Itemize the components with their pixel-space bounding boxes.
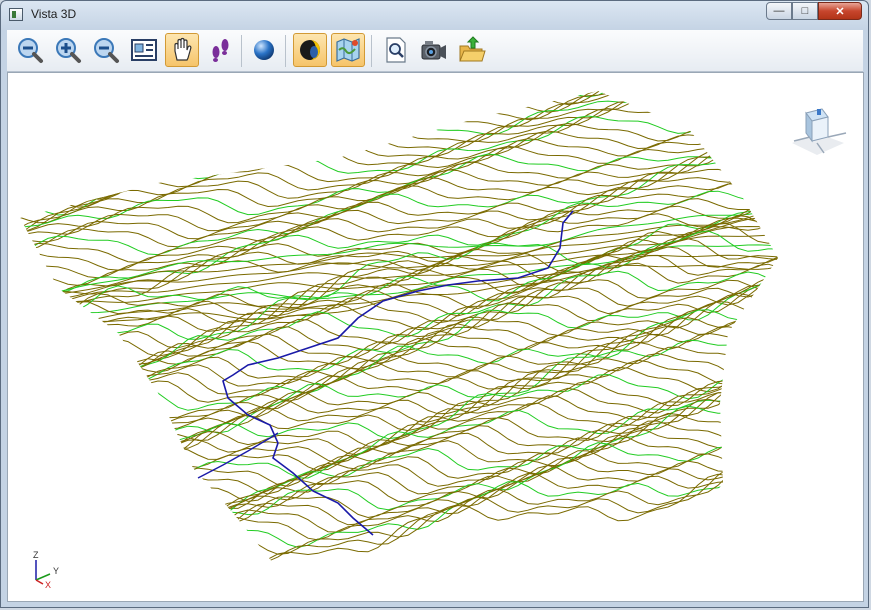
contour-line [20, 281, 778, 421]
zoom-fit-icon [18, 38, 43, 63]
contour-line [20, 91, 778, 141]
contour-line [20, 337, 778, 485]
maximize-button[interactable]: □ [792, 2, 818, 20]
axis-y-label: Y [53, 566, 59, 576]
contour-line [20, 91, 778, 153]
contour-line [20, 412, 778, 546]
contour-line [20, 338, 778, 472]
contour-line [20, 203, 778, 306]
view-cube-icon[interactable] [784, 103, 850, 159]
contour-line [20, 415, 778, 553]
contour-line [20, 377, 778, 516]
shading-icon [300, 40, 320, 60]
zoom-out-button[interactable] [89, 33, 123, 67]
contour-line [20, 445, 778, 583]
walk-button[interactable] [203, 33, 237, 67]
axis-z-label: Z [33, 550, 39, 560]
contour-line [20, 320, 778, 449]
contour-line [20, 91, 778, 150]
contour-line [20, 419, 778, 560]
contour-line [20, 91, 778, 177]
axes-indicator: Z Y X [33, 550, 59, 588]
close-button[interactable]: ✕ [818, 2, 862, 20]
zoom-window-icon [131, 39, 157, 61]
contour-line [20, 91, 778, 116]
preview-button[interactable] [379, 33, 413, 67]
shading-button[interactable] [293, 33, 327, 67]
export-folder-icon [459, 36, 486, 62]
contour-line [20, 450, 778, 583]
contour-line [20, 230, 778, 340]
3d-viewport[interactable]: Z Y X [7, 72, 864, 602]
window-controls: — □ ✕ [766, 2, 862, 20]
contour-lines [20, 91, 778, 583]
contour-line [20, 321, 778, 442]
toolbar-separator [371, 35, 372, 67]
toolbar-separator [285, 35, 286, 67]
contour-line [20, 91, 778, 111]
contour-line [20, 432, 778, 573]
camera-button[interactable] [417, 33, 451, 67]
minimize-button[interactable]: — [766, 2, 792, 20]
toolbar-separator [241, 35, 242, 67]
pan-hand-icon [174, 37, 192, 61]
contour-line [20, 91, 778, 102]
contour-line [20, 91, 778, 169]
contour-line [20, 146, 778, 250]
zoom-window-button[interactable] [127, 33, 161, 67]
contour-line [20, 97, 778, 200]
contour-line [20, 91, 778, 149]
zoom-out-icon [94, 38, 119, 63]
contour-line [20, 362, 778, 505]
zoom-fit-button[interactable] [13, 33, 47, 67]
sphere-icon [254, 40, 274, 60]
contour-line [20, 327, 778, 457]
contour-line [20, 95, 778, 231]
zoom-in-button[interactable] [51, 33, 85, 67]
app-icon [9, 8, 23, 21]
contour-line [20, 239, 778, 373]
zoom-in-icon [56, 38, 81, 63]
contour-map[interactable] [8, 73, 863, 601]
contour-line [20, 311, 778, 427]
contour-line [20, 91, 778, 132]
title-bar[interactable]: Vista 3D — □ ✕ [1, 1, 868, 29]
walk-footprints-icon [212, 39, 229, 62]
window-title: Vista 3D [31, 7, 77, 21]
contour-line [20, 91, 778, 145]
contour-line [20, 91, 778, 125]
contour-line [20, 91, 778, 119]
contour-line [20, 457, 778, 583]
axis-x-label: X [45, 580, 51, 588]
contour-line [20, 370, 778, 512]
contour-line [20, 423, 778, 567]
contour-line [20, 95, 778, 224]
sphere-button[interactable] [247, 33, 281, 67]
contour-line [20, 334, 778, 478]
contour-line [20, 91, 778, 184]
map-icon [336, 38, 360, 62]
toolbar [7, 30, 863, 72]
preview-magnifier-icon [386, 37, 406, 63]
contour-line [20, 418, 778, 538]
camera-icon [421, 41, 446, 60]
contour-line [20, 412, 778, 525]
contour-line [20, 398, 778, 512]
contour-line [20, 444, 778, 583]
contour-line [20, 91, 778, 161]
contour-line [20, 391, 778, 522]
contour-line [20, 295, 778, 421]
pan-button[interactable] [165, 33, 199, 67]
contour-line [20, 93, 778, 216]
export-button[interactable] [455, 33, 489, 67]
map-button[interactable] [331, 33, 365, 67]
contour-line [20, 237, 778, 389]
vista-3d-window: Vista 3D — □ ✕ Z Y X [0, 0, 869, 608]
contour-line [20, 91, 778, 128]
contour-line [20, 91, 778, 145]
